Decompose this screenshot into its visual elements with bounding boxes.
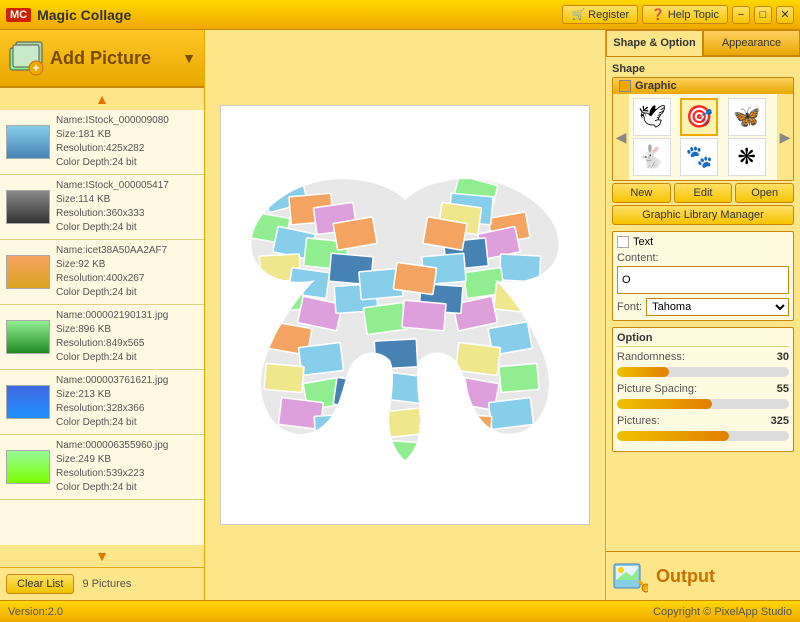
- pictures-value: 325: [771, 415, 789, 427]
- graphic-grid: ◀ 🕊 🎯 🦋 🐇 🐾 ❋ ▶: [613, 94, 793, 180]
- minimize-button[interactable]: −: [732, 6, 750, 24]
- copyright-label: Copyright © PixelApp Studio: [653, 606, 792, 618]
- graphic-box: Graphic ◀ 🕊 🎯 🦋 🐇 🐾 ❋ ▶: [612, 77, 794, 181]
- output-icon: ↓: [612, 558, 648, 594]
- add-picture-icon: +: [8, 40, 44, 76]
- app-logo: MC: [6, 8, 31, 22]
- prev-shape-button[interactable]: ◀: [613, 94, 629, 180]
- titlebar: MC Magic Collage 🛒 Register ❓ Help Topic…: [0, 0, 800, 30]
- graphic-label: Graphic: [635, 80, 677, 92]
- list-item[interactable]: Name:000003761621.jpgSize:213 KBResoluti…: [0, 370, 204, 435]
- randomness-slider[interactable]: [617, 367, 789, 377]
- svg-text:+: +: [32, 61, 39, 75]
- main-layout: + Add Picture ▼ ▲ Name:IStock_000009080S…: [0, 30, 800, 600]
- shape-header: Shape: [612, 63, 794, 75]
- center-canvas-area: // This won't execute in SVG context, we…: [205, 30, 605, 600]
- shape-cell-paw[interactable]: 🐾: [680, 138, 718, 176]
- tab-shape-option[interactable]: Shape & Option: [606, 30, 703, 56]
- spacing-fill: [617, 399, 712, 409]
- graphic-box-header: Graphic: [613, 78, 793, 94]
- pictures-fill: [617, 431, 729, 441]
- bird-collage-svg: // This won't execute in SVG context, we…: [235, 120, 575, 510]
- collage-canvas: // This won't execute in SVG context, we…: [220, 105, 590, 525]
- output-bar: ↓ Output: [606, 551, 800, 600]
- help-icon: ❓: [651, 8, 665, 21]
- pictures-slider[interactable]: [617, 431, 789, 441]
- list-item[interactable]: Name:000002190131.jpgSize:896 KBResoluti…: [0, 305, 204, 370]
- list-item[interactable]: Name:000006355960.jpgSize:249 KBResoluti…: [0, 435, 204, 500]
- close-button[interactable]: ✕: [776, 6, 794, 24]
- version-label: Version:2.0: [8, 606, 63, 618]
- text-section-header: Text: [617, 236, 789, 248]
- tab-bar: Shape & Option Appearance: [606, 30, 800, 57]
- pictures-label: Pictures:: [617, 415, 660, 427]
- font-row: Font: Tahoma: [617, 298, 789, 316]
- list-item[interactable]: Name:icet38A50AA2AF7Size:92 KBResolution…: [0, 240, 204, 305]
- open-shape-button[interactable]: Open: [735, 183, 794, 203]
- add-picture-bar[interactable]: + Add Picture ▼: [0, 30, 204, 88]
- picture-count: 9 Pictures: [82, 578, 131, 590]
- shape-cell-butterfly[interactable]: 🦋: [728, 98, 766, 136]
- right-panel: Shape & Option Appearance Shape Graphic …: [605, 30, 800, 600]
- title-buttons: 🛒 Register ❓ Help Topic − □ ✕: [562, 5, 794, 24]
- randomness-fill: [617, 367, 669, 377]
- shape-action-buttons: New Edit Open: [612, 183, 794, 203]
- text-section-label: Text: [633, 236, 653, 248]
- scroll-down-button[interactable]: ▼: [0, 545, 204, 567]
- edit-shape-button[interactable]: Edit: [674, 183, 733, 203]
- clear-list-button[interactable]: Clear List: [6, 574, 74, 594]
- spacing-label: Picture Spacing:: [617, 383, 697, 395]
- maximize-button[interactable]: □: [754, 6, 772, 24]
- randomness-value: 30: [777, 351, 789, 363]
- scroll-up-button[interactable]: ▲: [0, 88, 204, 110]
- help-button[interactable]: ❓ Help Topic: [642, 5, 728, 24]
- add-picture-label: Add Picture: [50, 48, 176, 69]
- dropdown-arrow-icon[interactable]: ▼: [182, 50, 196, 66]
- new-shape-button[interactable]: New: [612, 183, 671, 203]
- list-item[interactable]: Name:IStock_000009080Size:181 KBResoluti…: [0, 110, 204, 175]
- app-title: Magic Collage: [37, 7, 562, 23]
- shape-cell-dove[interactable]: 🕊: [633, 98, 671, 136]
- pictures-row: Pictures: 325: [617, 415, 789, 427]
- spacing-value: 55: [777, 383, 789, 395]
- shape-cell-rabbit[interactable]: 🐇: [633, 138, 671, 176]
- spacing-slider[interactable]: [617, 399, 789, 409]
- shapes-grid: 🕊 🎯 🦋 🐇 🐾 ❋: [629, 94, 777, 180]
- randomness-label: Randomness:: [617, 351, 685, 363]
- shape-cell-target[interactable]: 🎯: [680, 98, 718, 136]
- font-label: Font:: [617, 301, 642, 313]
- option-header: Option: [617, 332, 789, 347]
- svg-text:↓: ↓: [644, 586, 648, 593]
- text-section: Text Content: Font: Tahoma: [612, 231, 794, 321]
- option-section: Option Randomness: 30 Picture Spacing: 5…: [612, 327, 794, 452]
- tab-appearance[interactable]: Appearance: [703, 30, 800, 56]
- content-input[interactable]: [617, 266, 789, 294]
- next-shape-button[interactable]: ▶: [777, 94, 793, 180]
- left-panel: + Add Picture ▼ ▲ Name:IStock_000009080S…: [0, 30, 205, 600]
- shape-section: Shape Graphic ◀ 🕊 🎯 🦋 🐇 🐾: [612, 63, 794, 225]
- list-item[interactable]: Name:IStock_000005417Size:114 KBResoluti…: [0, 175, 204, 240]
- shape-cell-clover[interactable]: ❋: [728, 138, 766, 176]
- cart-icon: 🛒: [571, 8, 585, 21]
- statusbar: Version:2.0 Copyright © PixelApp Studio: [0, 600, 800, 622]
- output-label[interactable]: Output: [656, 566, 715, 587]
- file-list: Name:IStock_000009080Size:181 KBResoluti…: [0, 110, 204, 545]
- randomness-row: Randomness: 30: [617, 351, 789, 363]
- content-label: Content:: [617, 252, 789, 264]
- left-bottom: Clear List 9 Pictures: [0, 567, 204, 600]
- right-content: Shape Graphic ◀ 🕊 🎯 🦋 🐇 🐾: [606, 57, 800, 551]
- text-checkbox[interactable]: [617, 236, 629, 248]
- spacing-row: Picture Spacing: 55: [617, 383, 789, 395]
- font-select[interactable]: Tahoma: [646, 298, 789, 316]
- graphic-library-manager-button[interactable]: Graphic Library Manager: [612, 205, 794, 225]
- register-button[interactable]: 🛒 Register: [562, 5, 638, 24]
- graphic-color-swatch: [619, 80, 631, 92]
